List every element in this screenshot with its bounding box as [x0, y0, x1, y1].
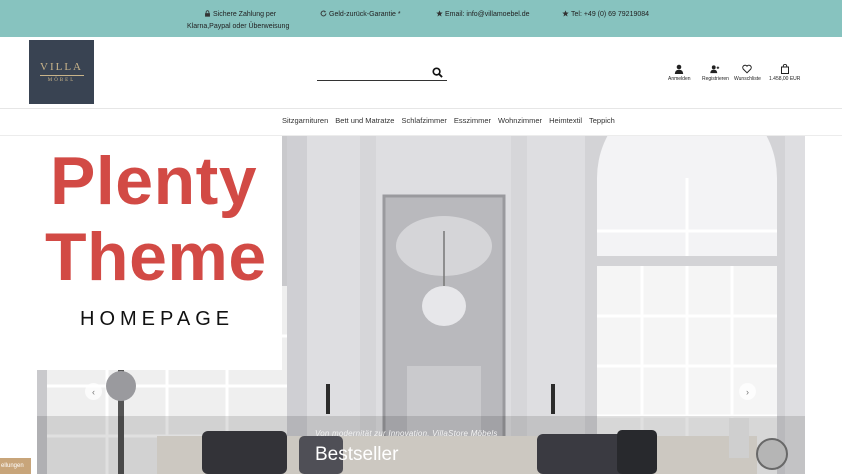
- heart-icon: [742, 64, 753, 74]
- cookie-settings-tab[interactable]: ellungen: [0, 458, 31, 474]
- wishlist-label: Wunschliste: [734, 76, 761, 82]
- money-back-info: Geld-zurück-Garantie *: [320, 10, 401, 20]
- overlay-title-line1: Plenty: [50, 143, 258, 219]
- top-info-bar: Sichere Zahlung per Klarna,Paypal oder Ü…: [0, 0, 842, 37]
- payment-line1: Sichere Zahlung per: [213, 11, 277, 18]
- nav-item-esszimmer[interactable]: Esszimmer: [454, 116, 491, 125]
- secure-payment-info: Sichere Zahlung per Klarna,Paypal oder Ü…: [187, 10, 297, 32]
- page-root: Sichere Zahlung per Klarna,Paypal oder Ü…: [0, 0, 842, 474]
- wishlist-button[interactable]: Wunschliste: [734, 64, 761, 82]
- nav-item-heimtextil[interactable]: Heimtextil: [549, 116, 582, 125]
- nav-item-teppich[interactable]: Teppich: [589, 116, 615, 125]
- register-label: Registrieren: [702, 76, 729, 82]
- main-nav: Sitzgarnituren Bett und Matratze Schlafz…: [282, 116, 615, 125]
- logo-main-text: VILLA: [40, 61, 83, 73]
- slider-next-button[interactable]: ›: [739, 383, 756, 400]
- email-text: Email: info@villamoebel.de: [445, 11, 530, 18]
- cart-button[interactable]: 1.458,00 EUR: [769, 64, 800, 82]
- search-bar: [317, 66, 447, 81]
- hero-subtitle: Von modernität zur Innovation. VillaStor…: [315, 429, 498, 438]
- lock-icon: [205, 10, 210, 17]
- star-icon: [436, 10, 443, 17]
- login-label: Anmelden: [668, 76, 691, 82]
- payment-line2: Klarna,Paypal oder Überweisung: [187, 23, 290, 30]
- hero-title: Bestseller: [315, 444, 399, 465]
- register-button[interactable]: Registrieren: [702, 64, 729, 82]
- money-back-text: Geld-zurück-Garantie *: [329, 11, 401, 18]
- nav-item-wohnzimmer[interactable]: Wohnzimmer: [498, 116, 542, 125]
- cookie-settings-label: ellungen: [1, 463, 24, 469]
- logo-sub-text: MÖBEL: [47, 78, 76, 83]
- nav-item-sitzgarnituren[interactable]: Sitzgarnituren: [282, 116, 328, 125]
- phone-info[interactable]: Tel: +49 (0) 69 79219084: [562, 10, 649, 20]
- theme-overlay-card: Plenty Theme HOMEPAGE: [0, 136, 282, 370]
- overlay-title-line2: Theme: [45, 219, 267, 295]
- shopping-bag-icon: [780, 64, 789, 74]
- chevron-right-icon: ›: [746, 386, 749, 397]
- search-input[interactable]: [317, 66, 425, 80]
- cart-total: 1.458,00 EUR: [769, 76, 801, 82]
- header-divider: [0, 108, 842, 109]
- nav-item-bett-und-matratze[interactable]: Bett und Matratze: [335, 116, 394, 125]
- chevron-left-icon: ‹: [92, 386, 95, 397]
- star-icon: [562, 10, 569, 17]
- phone-text: Tel: +49 (0) 69 79219084: [571, 11, 650, 18]
- email-info[interactable]: Email: info@villamoebel.de: [436, 10, 530, 20]
- login-button[interactable]: Anmelden: [668, 64, 691, 82]
- nav-item-schlafzimmer[interactable]: Schlafzimmer: [401, 116, 446, 125]
- site-logo[interactable]: VILLA MÖBEL: [29, 40, 94, 104]
- user-icon: [675, 64, 684, 74]
- user-plus-icon: [710, 65, 720, 74]
- search-icon[interactable]: [432, 67, 443, 78]
- overlay-subtitle: HOMEPAGE: [80, 308, 235, 330]
- slider-prev-button[interactable]: ‹: [85, 383, 102, 400]
- refresh-icon: [320, 10, 327, 17]
- logo-divider: [39, 75, 84, 76]
